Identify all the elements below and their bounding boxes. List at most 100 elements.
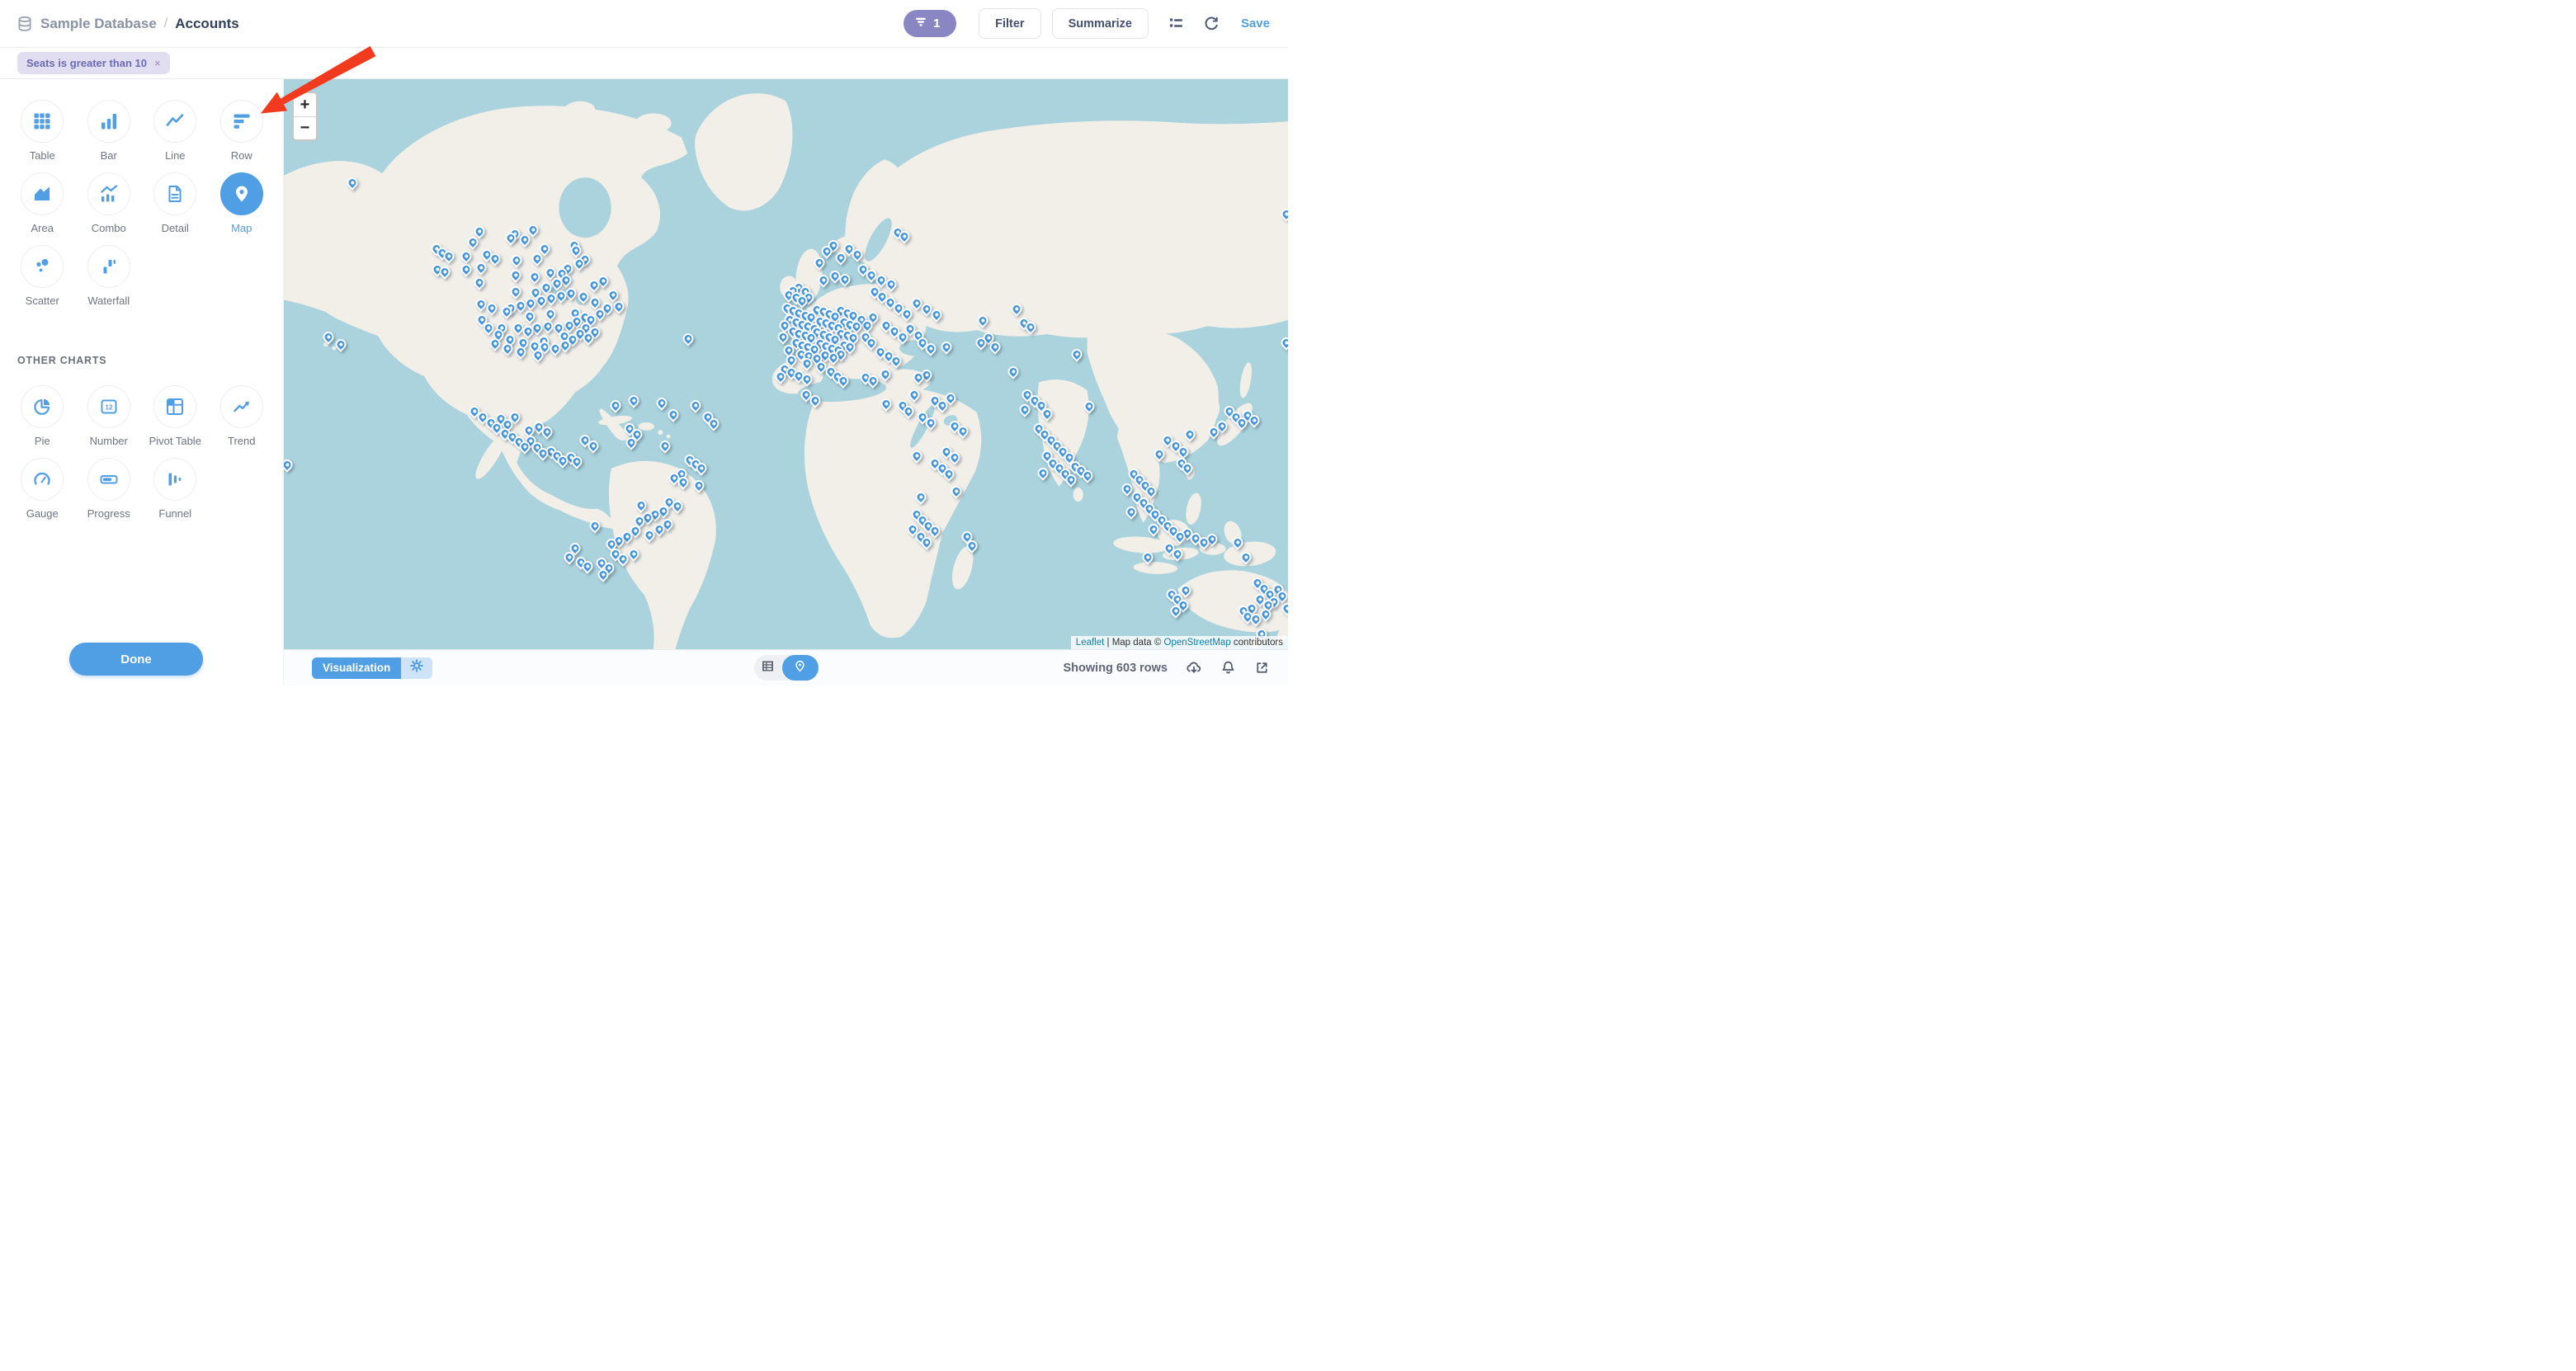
map-pin[interactable]: [545, 309, 555, 319]
map-pin[interactable]: [915, 492, 926, 502]
map-pin[interactable]: [564, 320, 574, 331]
map-pin[interactable]: [683, 333, 694, 344]
map-pin[interactable]: [502, 343, 513, 354]
map-pin[interactable]: [347, 177, 357, 188]
map-pin[interactable]: [543, 321, 554, 332]
chart-type-gauge[interactable]: Gauge: [9, 458, 76, 520]
zoom-out-button[interactable]: −: [294, 116, 316, 139]
map-pin[interactable]: [489, 338, 500, 349]
map-pin[interactable]: [540, 243, 550, 254]
map-pin[interactable]: [891, 356, 902, 366]
map-pin[interactable]: [921, 537, 932, 548]
map-pin[interactable]: [531, 253, 542, 264]
map-pin[interactable]: [564, 552, 574, 563]
map-pin[interactable]: [461, 251, 472, 261]
map-pin[interactable]: [590, 297, 601, 308]
done-button[interactable]: Done: [69, 643, 203, 676]
map-pin[interactable]: [1082, 470, 1092, 481]
visualization-button[interactable]: Visualization: [312, 657, 401, 679]
map-pin[interactable]: [475, 299, 486, 309]
map-pin[interactable]: [573, 258, 584, 269]
map-pin[interactable]: [520, 441, 531, 452]
chart-type-scatter[interactable]: Scatter: [9, 245, 76, 307]
map-pin[interactable]: [837, 375, 848, 386]
map-pin[interactable]: [626, 437, 637, 448]
map-pin[interactable]: [1066, 474, 1077, 485]
map-pin[interactable]: [545, 293, 556, 304]
map-pin[interactable]: [696, 464, 707, 474]
map-pin[interactable]: [1198, 537, 1209, 548]
map-pin[interactable]: [535, 295, 546, 306]
map-pin[interactable]: [532, 350, 543, 360]
map-pin[interactable]: [644, 530, 654, 540]
map-pin[interactable]: [1126, 506, 1137, 517]
map-pin[interactable]: [1007, 366, 1018, 377]
map-pin[interactable]: [818, 275, 828, 285]
map-pin[interactable]: [1026, 322, 1036, 332]
bell-icon[interactable]: [1220, 660, 1236, 676]
map-pin[interactable]: [555, 290, 566, 301]
map-pin[interactable]: [1038, 468, 1049, 478]
chart-type-area[interactable]: Area: [9, 172, 76, 234]
map-pin[interactable]: [802, 358, 813, 369]
map-pin[interactable]: [903, 406, 913, 417]
map-pin[interactable]: [925, 417, 936, 428]
breadcrumb-database[interactable]: Sample Database: [40, 16, 157, 32]
map-view-button[interactable]: [782, 655, 819, 681]
map-pin[interactable]: [929, 526, 940, 537]
map-pin[interactable]: [836, 252, 847, 263]
chart-type-pivot-table[interactable]: Pivot Table: [142, 385, 209, 447]
map-pin[interactable]: [522, 326, 533, 337]
map-pin[interactable]: [1281, 603, 1288, 614]
chart-type-pie[interactable]: Pie: [9, 385, 76, 447]
map-pin[interactable]: [516, 346, 526, 357]
chart-type-detail[interactable]: Detail: [142, 172, 209, 234]
filter-chip[interactable]: Seats is greater than 10 ×: [17, 52, 170, 74]
map-pin[interactable]: [628, 395, 639, 406]
map-pin[interactable]: [1178, 446, 1189, 457]
map-pin[interactable]: [777, 332, 788, 342]
map-pin[interactable]: [932, 309, 942, 320]
map-pin[interactable]: [978, 315, 988, 326]
refresh-icon[interactable]: [1204, 16, 1220, 31]
map-pin[interactable]: [558, 455, 569, 466]
download-icon[interactable]: [1186, 660, 1202, 676]
map-pin[interactable]: [1072, 349, 1083, 360]
chart-type-combo[interactable]: Combo: [76, 172, 143, 234]
map-pin[interactable]: [486, 303, 497, 313]
map-pin[interactable]: [822, 246, 833, 257]
map-pin[interactable]: [660, 441, 671, 451]
map-pin[interactable]: [526, 298, 536, 309]
map-pin[interactable]: [989, 342, 1000, 352]
map-pin[interactable]: [1170, 605, 1181, 616]
map-pin[interactable]: [966, 540, 977, 551]
map-pin[interactable]: [937, 401, 948, 412]
map-pin[interactable]: [590, 521, 601, 531]
map-pin[interactable]: [776, 371, 786, 382]
map-pin[interactable]: [957, 426, 968, 436]
map-pin[interactable]: [881, 398, 892, 409]
map-pin[interactable]: [1146, 486, 1157, 497]
map-pin[interactable]: [1020, 404, 1031, 415]
map-pin[interactable]: [899, 231, 910, 242]
leaflet-link[interactable]: Leaflet: [1076, 638, 1105, 648]
map-pin[interactable]: [814, 257, 824, 268]
map-pin[interactable]: [852, 249, 862, 260]
filter-chip-remove-icon[interactable]: ×: [154, 57, 161, 69]
summarize-button[interactable]: Summarize: [1052, 8, 1149, 39]
filter-button[interactable]: Filter: [979, 8, 1040, 39]
map-pin[interactable]: [1142, 552, 1153, 563]
map-pin[interactable]: [693, 480, 704, 491]
map-pin[interactable]: [614, 301, 625, 312]
filter-count-pill[interactable]: 1: [903, 10, 956, 37]
map-pin[interactable]: [336, 339, 347, 350]
map-pin[interactable]: [589, 280, 600, 290]
map-pin[interactable]: [284, 459, 292, 470]
map-pin[interactable]: [656, 398, 667, 408]
leaflet-map[interactable]: + − Leaflet | Map data © OpenStreetMap c…: [284, 79, 1288, 649]
map-pin[interactable]: [461, 264, 472, 275]
zoom-in-button[interactable]: +: [294, 93, 316, 116]
map-pin[interactable]: [1122, 483, 1133, 494]
map-pin[interactable]: [911, 298, 922, 309]
table-view-button[interactable]: [754, 659, 782, 677]
